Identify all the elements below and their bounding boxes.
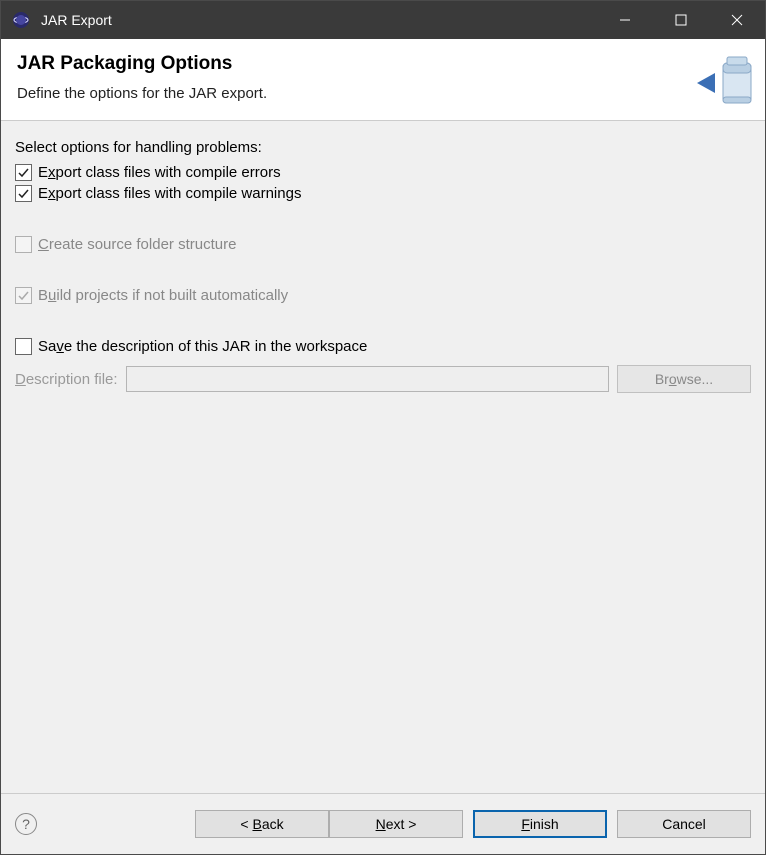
wizard-header: JAR Packaging Options Define the options… [1, 39, 765, 121]
export-warnings-checkbox-row[interactable]: Export class files with compile warnings [15, 185, 751, 202]
window-title: JAR Export [41, 12, 112, 28]
help-button[interactable]: ? [15, 813, 37, 835]
finish-button[interactable]: Finish [473, 810, 607, 838]
save-description-checkbox-row[interactable]: Save the description of this JAR in the … [15, 338, 751, 355]
save-description-label: Save the description of this JAR in the … [38, 338, 367, 355]
checkbox-icon [15, 338, 32, 355]
create-source-folder-label: Create source folder structure [38, 236, 236, 253]
wizard-footer: ? < Back Next > Finish Cancel [1, 794, 765, 854]
minimize-button[interactable] [597, 1, 653, 39]
jar-icon [697, 49, 757, 114]
description-file-row: Description file: Browse... [15, 365, 751, 393]
cancel-button[interactable]: Cancel [617, 810, 751, 838]
description-file-input [126, 366, 609, 392]
wizard-content: Select options for handling problems: Ex… [1, 121, 765, 793]
checkbox-icon [15, 236, 32, 253]
create-source-folder-checkbox-row: Create source folder structure [15, 236, 751, 253]
build-projects-checkbox-row: Build projects if not built automaticall… [15, 287, 751, 304]
help-icon: ? [22, 816, 30, 832]
export-warnings-label: Export class files with compile warnings [38, 185, 301, 202]
eclipse-icon [11, 10, 31, 30]
page-subtitle: Define the options for the JAR export. [17, 85, 749, 102]
checkbox-icon [15, 164, 32, 181]
close-button[interactable] [709, 1, 765, 39]
page-title: JAR Packaging Options [17, 53, 749, 75]
titlebar: JAR Export [1, 1, 765, 39]
checkbox-icon [15, 287, 32, 304]
description-file-label: Description file: [15, 371, 118, 388]
maximize-button[interactable] [653, 1, 709, 39]
browse-button: Browse... [617, 365, 751, 393]
jar-export-dialog: JAR Export JAR Packaging Options Define … [0, 0, 766, 855]
back-button[interactable]: < Back [195, 810, 329, 838]
problems-section-label: Select options for handling problems: [15, 139, 751, 156]
build-projects-label: Build projects if not built automaticall… [38, 287, 288, 304]
next-button[interactable]: Next > [329, 810, 463, 838]
export-errors-checkbox-row[interactable]: Export class files with compile errors [15, 164, 751, 181]
export-errors-label: Export class files with compile errors [38, 164, 281, 181]
checkbox-icon [15, 185, 32, 202]
